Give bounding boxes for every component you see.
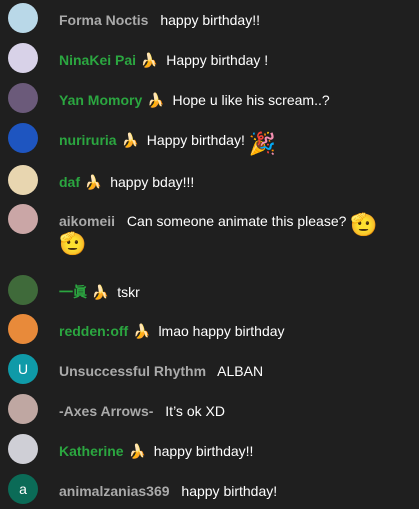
avatar[interactable] [8,204,38,234]
message-text: Can someone animate this please? [126,213,347,229]
author-name[interactable]: Katherine [59,443,124,459]
message-text: Happy birthday! [146,132,245,148]
avatar[interactable] [8,43,38,73]
banana-icon: 🍌 [147,92,165,108]
avatar[interactable] [8,275,38,305]
message-text: It’s ok XD [165,403,225,419]
author-name[interactable]: redden:off [59,323,128,339]
author-name[interactable]: NinaKei Pai [59,52,136,68]
message-text: happy bday!!! [110,174,195,190]
message-text: happy birthday!! [153,443,254,459]
author-name[interactable]: Unsuccessful Rhythm [59,363,206,379]
salute-emoji-icon: 🫡 [350,212,378,237]
avatar[interactable] [8,434,38,464]
author-name[interactable]: daf [59,174,80,190]
banana-icon: 🍌 [140,52,159,68]
avatar[interactable]: a [8,474,38,504]
author-name[interactable]: Yan Momory [59,92,142,108]
avatar[interactable] [8,394,38,424]
avatar[interactable]: U [8,354,38,384]
author-name[interactable]: 一眞 [59,284,87,300]
message-text: happy birthday!! [160,12,260,28]
live-chat: Forma Noctis happy birthday!! NinaKei Pa… [0,0,419,509]
banana-icon: 🍌 [121,132,139,148]
author-name[interactable]: nuriruria [59,132,117,148]
message-text: tskr [117,284,140,300]
party-emoji-icon: 🎉 [248,131,277,156]
author-name[interactable]: animalzanias369 [59,483,170,499]
banana-icon: 🍌 [84,174,103,190]
avatar[interactable] [8,3,38,33]
banana-icon: 🍌 [91,284,110,300]
avatar[interactable] [8,123,38,153]
message-text: Hope u like his scream..? [172,92,330,108]
message-text: Happy birthday ! [166,52,269,68]
author-name[interactable]: Forma Noctis [59,12,148,28]
message-text: happy birthday! [181,483,278,499]
author-name[interactable]: -Axes Arrows- [59,403,153,419]
message-text: lmao happy birthday [158,323,285,339]
author-name[interactable]: aikomeii [59,213,115,229]
avatar[interactable] [8,165,38,195]
banana-icon: 🍌 [128,443,146,459]
avatar[interactable] [8,83,38,113]
salute-emoji-icon: 🫡 [59,231,87,256]
message-text: ALBAN [217,363,264,379]
banana-icon: 🍌 [133,323,151,339]
avatar[interactable] [8,314,38,344]
